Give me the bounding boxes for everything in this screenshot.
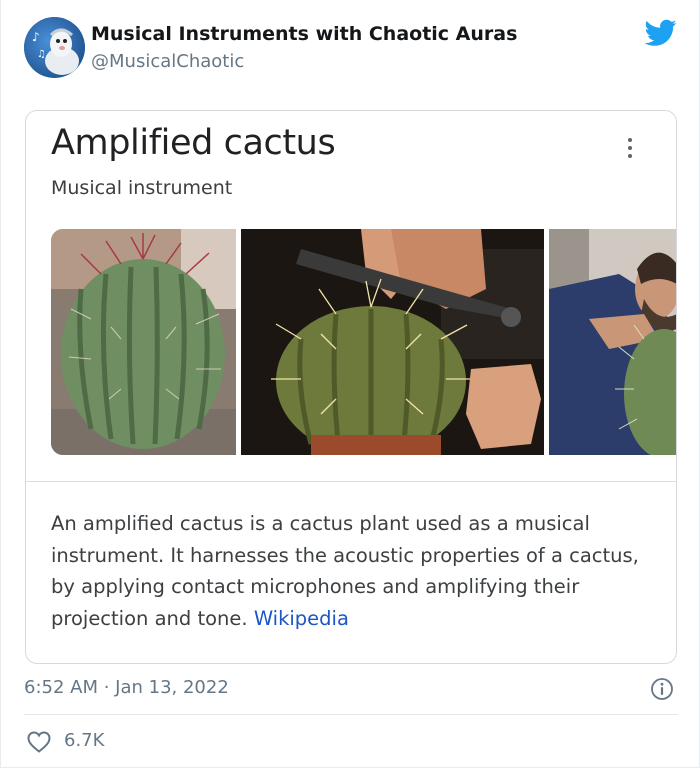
tweet-timestamp[interactable]: 6:52 AM · Jan 13, 2022 xyxy=(24,677,229,698)
more-vertical-icon[interactable] xyxy=(618,133,642,163)
card-divider xyxy=(26,481,676,482)
tweet-header: ♪ ♫ Musical Instruments with Chaotic Aur… xyxy=(24,17,684,81)
cactus-photo-1[interactable] xyxy=(51,229,236,455)
svg-text:♪: ♪ xyxy=(32,30,40,44)
avatar[interactable]: ♪ ♫ xyxy=(24,17,85,78)
wikipedia-link[interactable]: Wikipedia xyxy=(254,607,349,630)
footer-divider xyxy=(24,714,678,715)
tweet-embed: ♪ ♫ Musical Instruments with Chaotic Aur… xyxy=(0,0,700,768)
like-count[interactable]: 6.7K xyxy=(64,730,104,751)
author-name[interactable]: Musical Instruments with Chaotic Auras xyxy=(91,23,517,45)
info-icon[interactable] xyxy=(650,677,674,701)
cactus-photo-2[interactable] xyxy=(241,229,544,455)
heart-outline-icon[interactable] xyxy=(26,730,52,754)
author-handle[interactable]: @MusicalChaotic xyxy=(91,51,244,72)
cactus-photo-3[interactable] xyxy=(549,229,676,455)
svg-text:♫: ♫ xyxy=(37,49,46,60)
card-subtitle: Musical instrument xyxy=(51,177,233,199)
twitter-bird-icon[interactable] xyxy=(644,19,677,47)
card-title: Amplified cactus xyxy=(51,123,336,163)
knowledge-card[interactable]: Amplified cactus Musical instrument An a… xyxy=(25,110,677,664)
card-description: An amplified cactus is a cactus plant us… xyxy=(51,508,661,634)
